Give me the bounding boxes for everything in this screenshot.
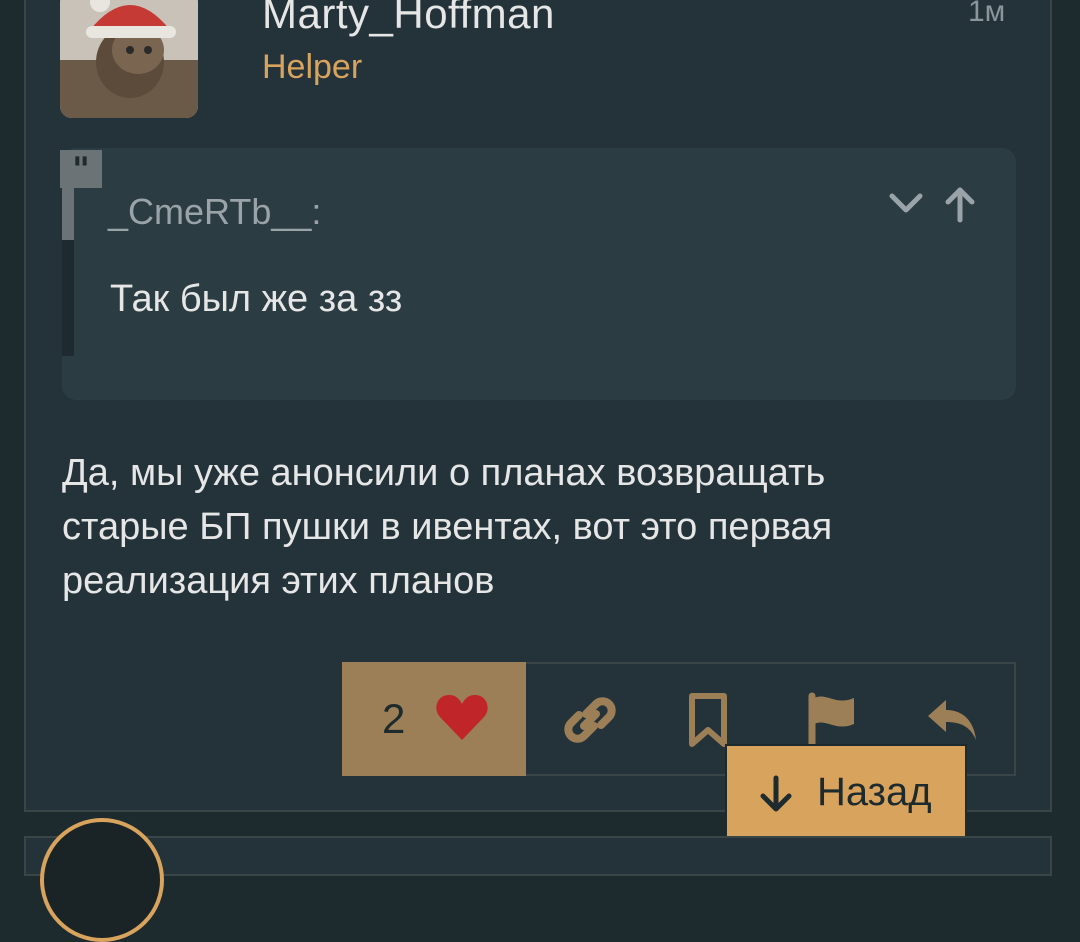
chevron-down-icon[interactable] [886, 184, 926, 224]
post-message: Да, мы уже анонсили о планах возвращать … [62, 452, 833, 602]
quote-author[interactable]: _CmeRTb__: [108, 190, 321, 234]
like-count: 2 [382, 695, 406, 742]
author-avatar[interactable] [60, 0, 198, 118]
quote-text: Так был же за зз [110, 278, 403, 320]
bookmark-icon[interactable] [678, 690, 738, 750]
arrow-up-icon[interactable] [940, 184, 980, 224]
quote-block [62, 148, 1016, 400]
flag-icon[interactable] [802, 690, 862, 750]
quote-border-highlight [62, 188, 74, 240]
back-button-label: Назад [817, 770, 932, 814]
link-icon[interactable] [560, 690, 620, 750]
author-name[interactable]: Marty_Hoffman [262, 0, 555, 40]
heart-icon[interactable] [434, 690, 490, 746]
next-post-card [24, 836, 1052, 876]
reply-icon[interactable] [922, 690, 982, 750]
next-post-avatar[interactable] [40, 818, 164, 942]
author-role: Helper [262, 48, 363, 86]
post-time[interactable]: 1м [968, 0, 1005, 30]
arrow-down-icon [760, 775, 792, 812]
quote-icon: " [60, 150, 102, 190]
